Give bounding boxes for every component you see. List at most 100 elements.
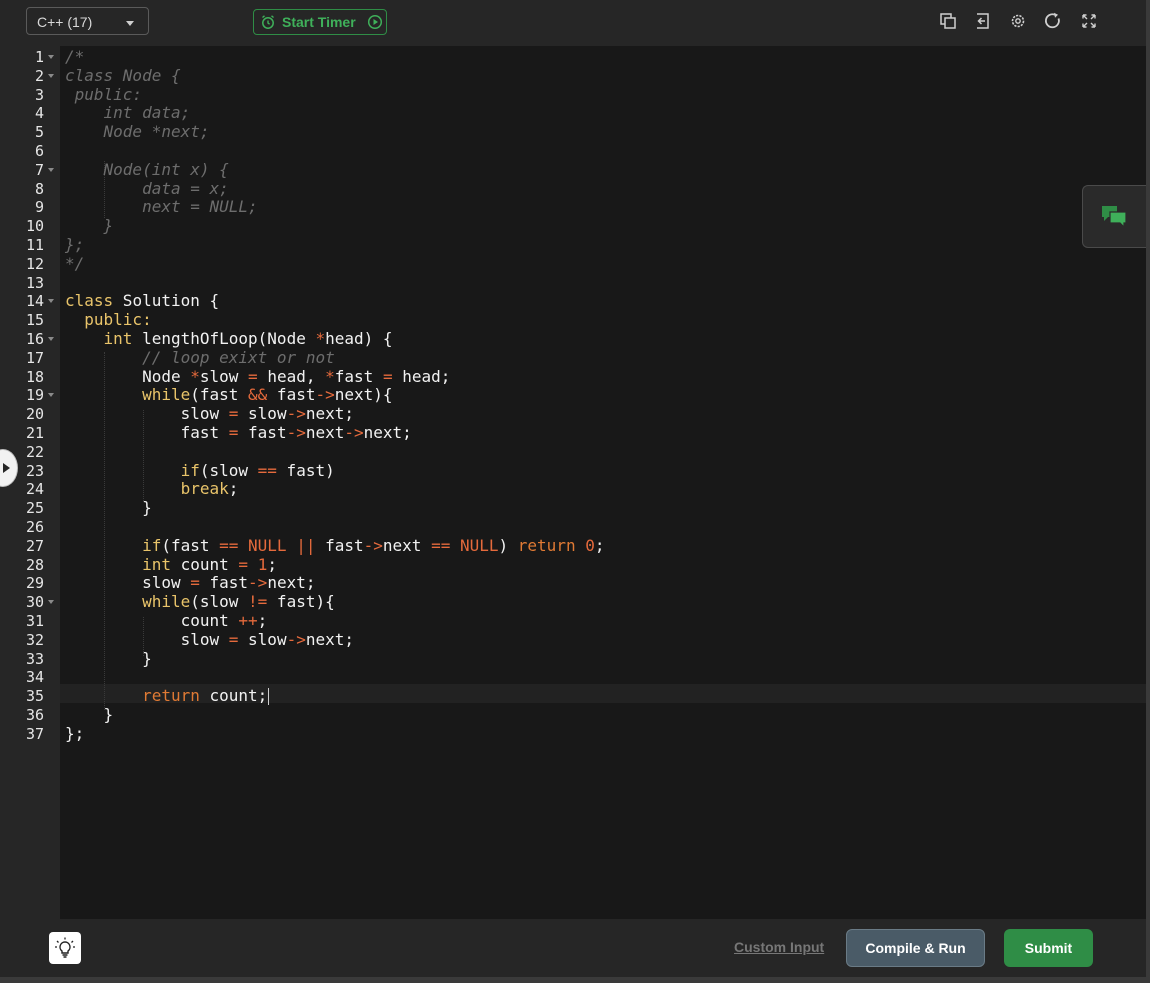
code-line[interactable]: } [65,705,605,725]
code-token: lengthOfLoop(Node [132,328,316,348]
line-number: 28 [25,555,44,574]
exit-icon[interactable] [974,12,992,30]
submit-button[interactable]: Submit [1004,929,1093,967]
code-line[interactable]: int data; [65,103,605,123]
code-line[interactable]: return count; [65,686,605,706]
fold-arrow-icon[interactable] [48,393,54,398]
code-line[interactable] [65,518,605,537]
line-number: 25 [25,499,44,518]
code-token: slow [65,404,229,424]
code-line[interactable]: count ++; [65,611,605,631]
code-token: fast [334,366,383,386]
language-select[interactable]: C++ (17) [26,7,149,35]
code-token: public: [65,84,143,104]
code-line[interactable]: if(fast == NULL || fast->next == NULL) r… [65,535,604,556]
code-token: = [228,629,239,649]
alarm-clock-icon [262,15,274,29]
code-line[interactable]: public: [65,84,605,105]
code-line[interactable]: slow = fast->next; [65,573,605,593]
custom-input-link[interactable]: Custom Input [734,939,824,955]
code-line[interactable]: slow = slow->next; [65,404,605,424]
start-timer-button[interactable]: Start Timer [253,9,387,35]
code-line[interactable]: public: [65,310,605,330]
code-line[interactable]: break; [65,479,605,499]
code-line[interactable] [65,668,605,687]
discussion-button[interactable] [1082,185,1150,248]
code-token: Solution { [113,291,220,311]
reset-icon[interactable] [1044,12,1062,30]
fold-arrow-icon[interactable] [48,55,54,59]
code-line[interactable]: slow = slow->next; [65,629,605,650]
line-number: 35 [25,687,44,706]
fold-arrow-icon[interactable] [48,299,54,304]
code-token: NULL [248,535,287,555]
chat-bubbles-icon [1102,206,1127,229]
line-number: 37 [25,724,44,743]
code-line[interactable]: }; [65,724,605,744]
fold-arrow-icon[interactable] [48,600,54,605]
code-token: while [142,592,191,612]
code-token: class [65,291,114,311]
code-line[interactable]: int count = 1; [65,554,605,575]
fold-arrow-icon[interactable] [48,167,54,172]
fold-arrow-icon[interactable] [48,73,54,78]
code-token: slow [199,366,249,386]
code-line[interactable]: data = x; [65,179,605,199]
code-line[interactable] [65,142,605,161]
code-line[interactable]: Node(int x) { [65,160,605,180]
lightbulb-icon [55,937,75,958]
code-token: public: [84,310,152,330]
code-line[interactable]: // loop exixt or not [65,348,605,368]
code-token: ; [267,554,277,574]
code-line[interactable]: */ [65,253,605,274]
code-token: if [142,535,162,555]
code-line[interactable] [65,274,605,293]
line-number: 20 [25,405,44,424]
code-token: -> [286,422,306,442]
code-token: = [238,554,249,574]
code-token: (fast [190,385,249,405]
code-content[interactable]: /* class Node { public: int data; Node *n… [65,47,605,744]
copy-icon[interactable] [939,12,957,30]
code-line[interactable]: } [65,216,605,236]
code-line[interactable] [65,443,605,462]
code-line[interactable]: fast = fast->next->next; [65,422,605,443]
code-line[interactable]: } [65,498,605,518]
code-token: int [103,328,133,348]
code-token: = [382,366,393,386]
code-line[interactable]: class Node { [65,66,605,86]
code-editor[interactable]: /* class Node { public: int data; Node *n… [60,46,1146,919]
compile-run-button[interactable]: Compile & Run [846,929,985,967]
chevron-down-icon [126,21,134,26]
code-token: } [65,648,152,668]
code-token: == [431,535,451,555]
code-token: */ [65,253,85,273]
line-number: 6 [34,142,44,160]
code-token: = [228,404,239,424]
code-line[interactable]: while(fast && fast->next){ [65,385,605,405]
code-line[interactable]: class Solution { [65,291,605,311]
line-number: 13 [25,273,44,292]
code-line[interactable]: int lengthOfLoop(Node *head) { [65,328,605,349]
code-line[interactable]: Node *slow = head, *fast = head; [65,366,605,387]
code-line[interactable]: while(slow != fast){ [65,592,605,612]
code-line[interactable]: }; [65,235,605,255]
fold-arrow-icon[interactable] [48,337,54,341]
code-token: == [257,460,277,480]
code-token: while [142,385,191,405]
code-line[interactable]: /* [65,47,605,67]
code-line[interactable]: next = NULL; [65,197,605,217]
code-line[interactable]: } [65,648,605,669]
code-token: } [65,498,152,518]
settings-icon[interactable] [1009,12,1027,30]
hint-button[interactable] [49,932,81,964]
code-token: = [248,366,258,386]
code-token: head, [257,366,326,386]
code-line[interactable]: if(slow == fast) [65,460,605,481]
fullscreen-icon[interactable] [1080,12,1098,30]
code-line[interactable]: Node *next; [65,122,605,142]
